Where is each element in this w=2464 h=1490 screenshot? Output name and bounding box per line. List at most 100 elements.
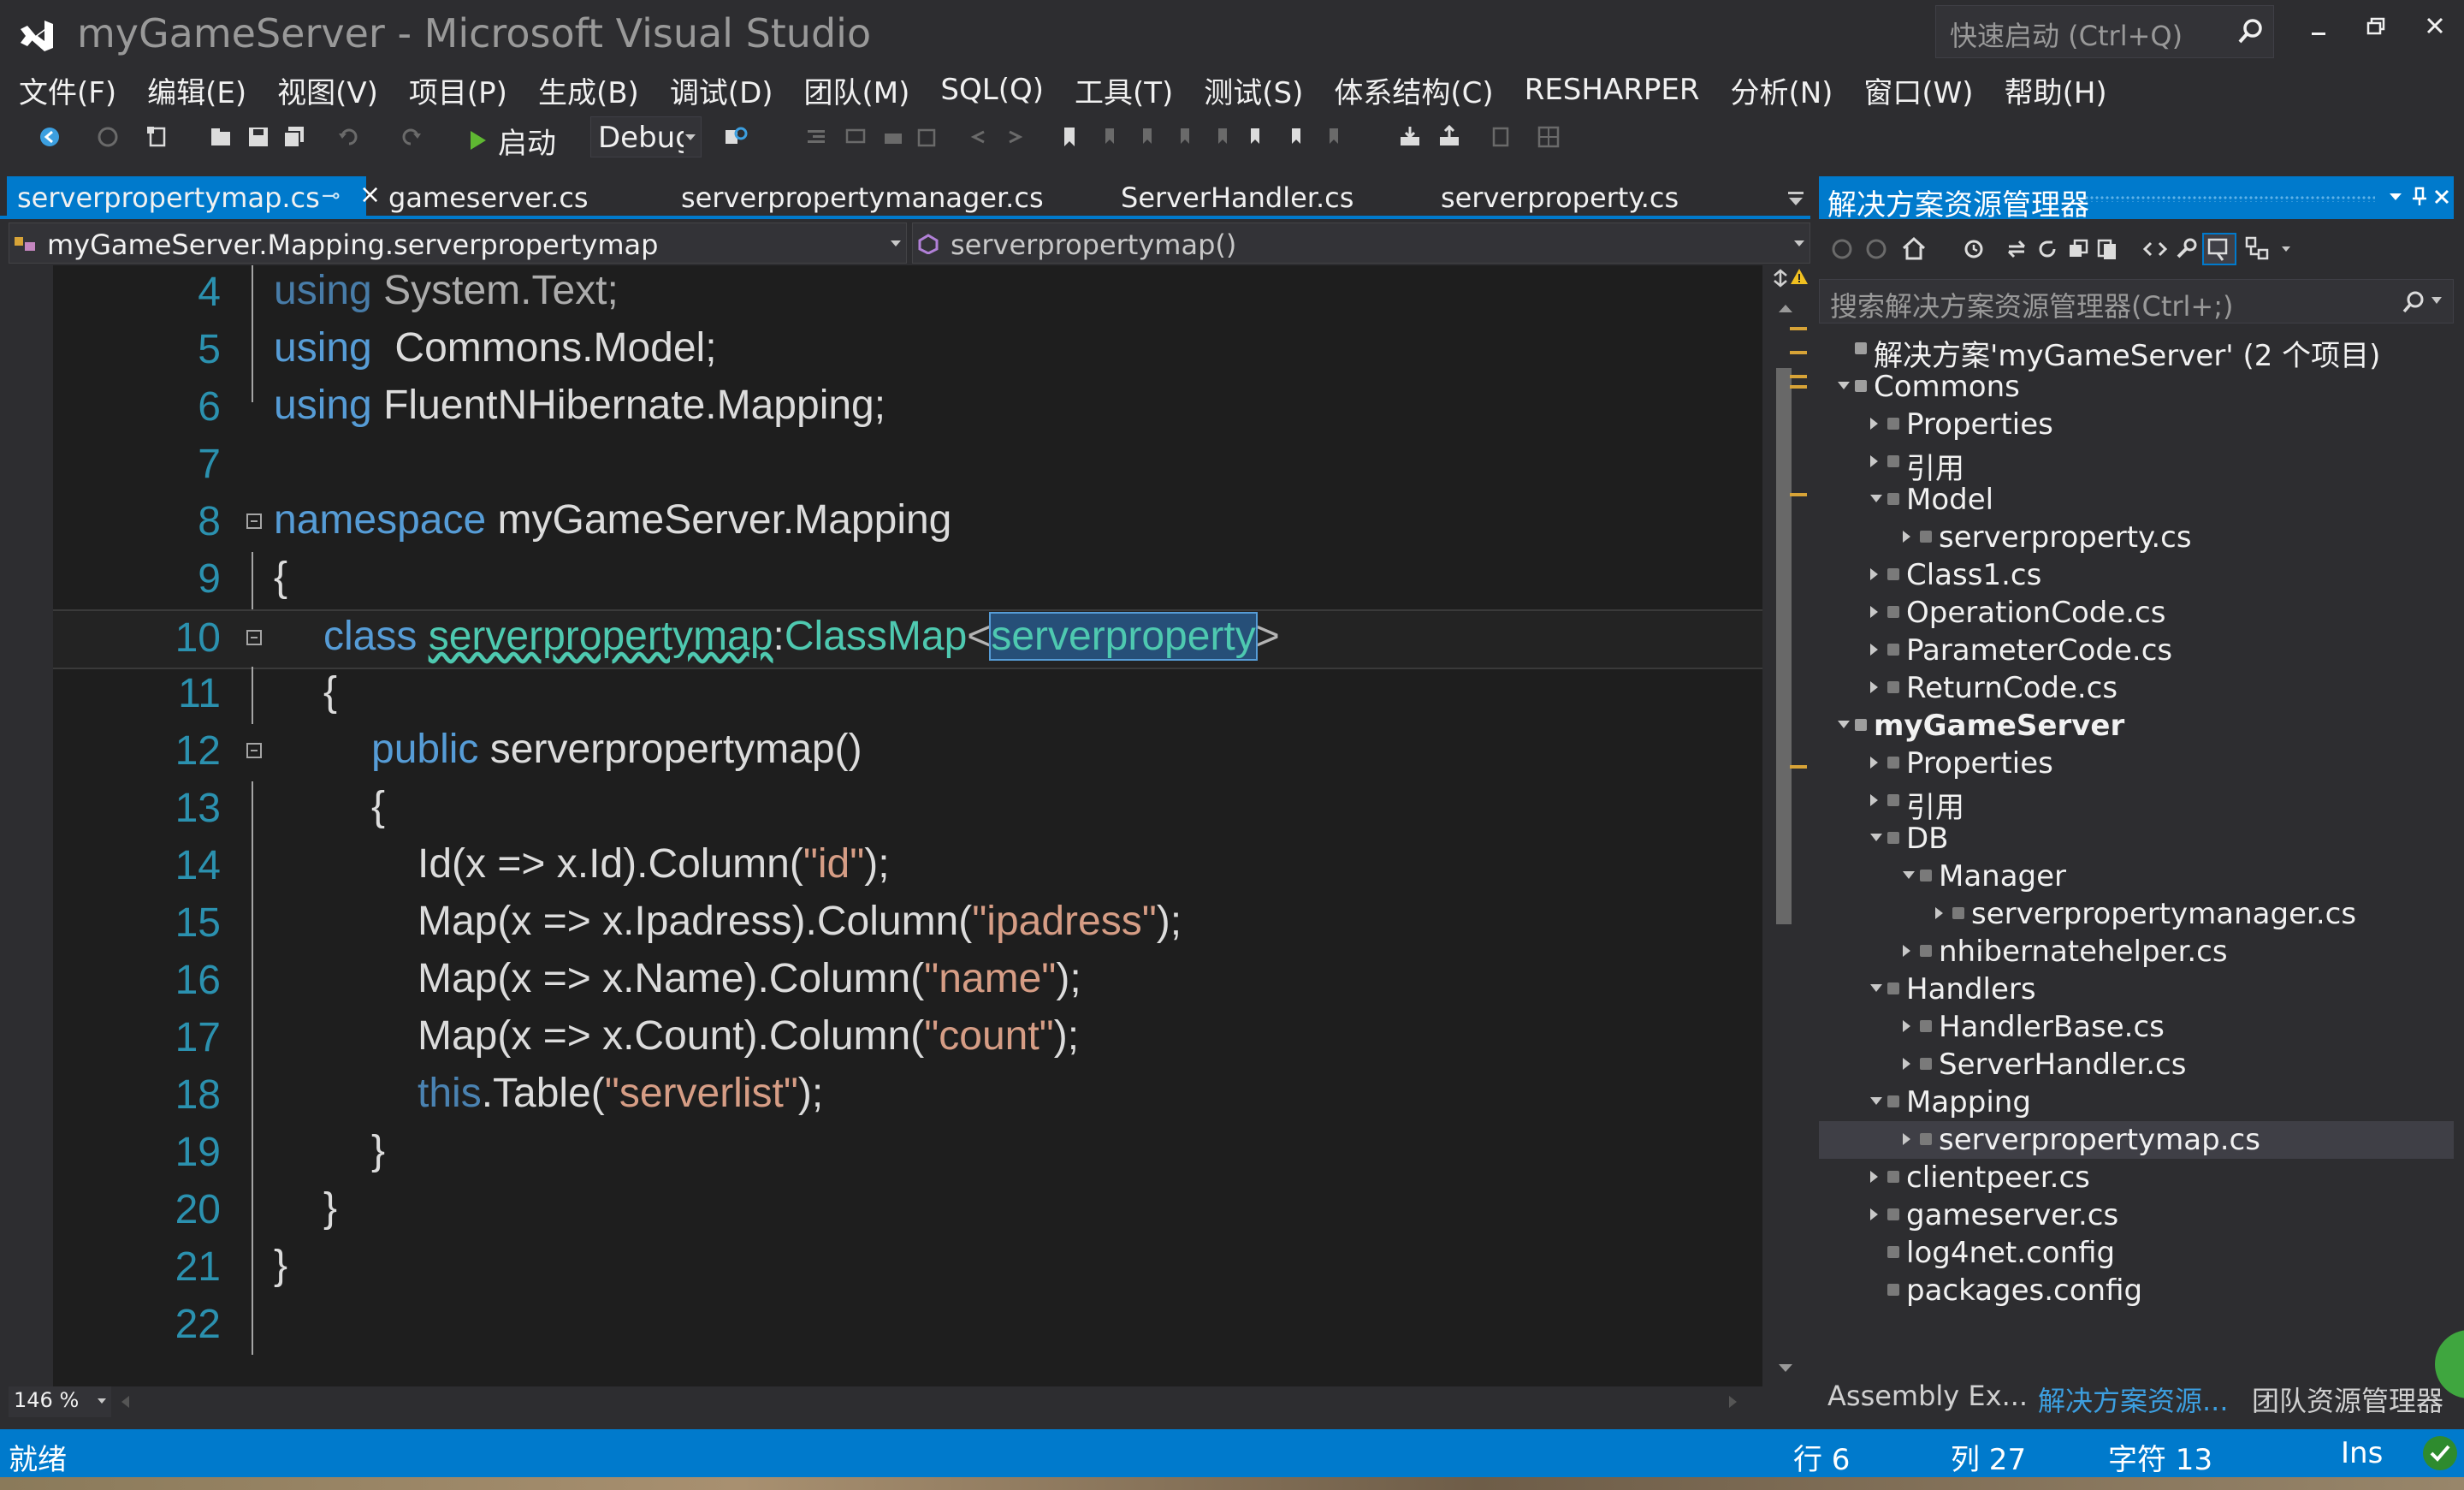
tab-gameserver[interactable]: gameserver.cs: [388, 176, 589, 219]
tree-item[interactable]: Handlers: [1819, 971, 2454, 1008]
scroll-right-icon[interactable]: [1728, 1395, 1738, 1409]
collapse-arrow-icon[interactable]: [1903, 945, 1910, 957]
step-back-icon[interactable]: [967, 125, 991, 149]
collapse-all-icon[interactable]: [2067, 238, 2089, 260]
expand-arrow-icon[interactable]: [1870, 495, 1882, 502]
scroll-left-icon[interactable]: [120, 1395, 130, 1409]
refresh-icon[interactable]: [2036, 238, 2058, 260]
collapse-arrow-icon[interactable]: [1935, 907, 1943, 919]
collapse-arrow-icon[interactable]: [1903, 1020, 1910, 1032]
menu-test[interactable]: 测试(S): [1188, 69, 1318, 111]
chevron-down-icon[interactable]: [2281, 245, 2291, 253]
expand-arrow-icon[interactable]: [1870, 1097, 1882, 1105]
collapse-toggle[interactable]: [246, 513, 262, 529]
navigate-forward-icon[interactable]: [96, 125, 120, 149]
sync-icon[interactable]: [2005, 238, 2028, 260]
tab-solution-explorer[interactable]: 解决方案资源...: [2038, 1380, 2229, 1419]
tree-item[interactable]: OperationCode.cs: [1819, 594, 2454, 632]
navigate-back-icon[interactable]: [38, 125, 62, 149]
member-scope-dropdown[interactable]: serverpropertymap(): [912, 223, 1810, 264]
prev-bookmark-doc-icon[interactable]: [1244, 125, 1268, 149]
solution-explorer-search[interactable]: 搜索解决方案资源管理器(Ctrl+;): [1819, 279, 2454, 324]
menu-window[interactable]: 窗口(W): [1848, 69, 1988, 111]
grid-layout-icon[interactable]: [1537, 125, 1561, 149]
tree-item[interactable]: gameserver.cs: [1819, 1196, 2454, 1234]
collapse-arrow-icon[interactable]: [1903, 1058, 1910, 1070]
menu-sql[interactable]: SQL(Q): [925, 73, 1059, 107]
collapse-arrow-icon[interactable]: [1870, 606, 1878, 618]
collapse-arrow-icon[interactable]: [1903, 1133, 1910, 1145]
menu-view[interactable]: 视图(V): [262, 69, 394, 111]
menu-build[interactable]: 生成(B): [523, 69, 654, 111]
bookmark-icon[interactable]: [1057, 125, 1081, 149]
tree-item[interactable]: packages.config: [1819, 1272, 2454, 1309]
tree-item[interactable]: clientpeer.cs: [1819, 1159, 2454, 1196]
type-scope-dropdown[interactable]: myGameServer.Mapping.serverpropertymap: [9, 223, 907, 264]
scroll-up-icon[interactable]: [1778, 303, 1793, 313]
solution-configuration-select[interactable]: Debug: [590, 116, 702, 157]
tab-serverpropertymap[interactable]: serverpropertymap.cs ⊸ ×: [7, 176, 381, 219]
show-all-files-icon[interactable]: [2096, 238, 2118, 260]
chevron-down-icon[interactable]: [2431, 295, 2443, 306]
expand-arrow-icon[interactable]: [1870, 984, 1882, 992]
pending-changes-icon[interactable]: [1963, 238, 1988, 260]
collapse-arrow-icon[interactable]: [1870, 1171, 1878, 1183]
next-bookmark-folder-icon[interactable]: [1210, 125, 1234, 149]
collapse-arrow-icon[interactable]: [1870, 644, 1878, 656]
menu-file[interactable]: 文件(F): [3, 69, 132, 111]
tree-item[interactable]: Mapping: [1819, 1083, 2454, 1121]
collapse-arrow-icon[interactable]: [1870, 418, 1878, 430]
tree-item[interactable]: Properties: [1819, 406, 2454, 443]
tree-item[interactable]: ParameterCode.cs: [1819, 632, 2454, 669]
view-code-icon[interactable]: [2142, 238, 2168, 260]
menu-help[interactable]: 帮助(H): [1989, 69, 2123, 111]
tree-item[interactable]: 解决方案'myGameServer' (2 个项目): [1819, 330, 2454, 373]
menu-tools[interactable]: 工具(T): [1059, 69, 1188, 111]
collapse-arrow-icon[interactable]: [1870, 757, 1878, 769]
menu-architecture[interactable]: 体系结构(C): [1318, 69, 1508, 111]
expand-arrow-icon[interactable]: [1838, 382, 1850, 389]
code-editor[interactable]: 4 using System.Text; 5 using Commons.Mod…: [9, 265, 1810, 1386]
quick-launch-box[interactable]: 快速启动 (Ctrl+Q): [1935, 5, 2274, 58]
split-editor-icon[interactable]: [1771, 269, 1790, 288]
tree-item[interactable]: 引用: [1819, 443, 2454, 486]
indent-icon[interactable]: [844, 125, 868, 149]
save-all-icon[interactable]: [282, 125, 306, 149]
properties-wrench-icon[interactable]: [2175, 238, 2197, 260]
publish-icon[interactable]: [1398, 125, 1422, 149]
uncomment-icon[interactable]: [915, 125, 939, 149]
scroll-thumb[interactable]: [1776, 368, 1792, 924]
collapse-arrow-icon[interactable]: [1870, 794, 1878, 806]
back-icon[interactable]: [1831, 238, 1853, 260]
collapse-arrow-icon[interactable]: [1903, 531, 1910, 543]
menu-resharper[interactable]: RESHARPER: [1509, 73, 1715, 107]
open-file-icon[interactable]: [209, 125, 233, 149]
home-icon[interactable]: [1901, 236, 1927, 260]
collapse-arrow-icon[interactable]: [1870, 455, 1878, 467]
next-bookmark-doc-icon[interactable]: [1285, 125, 1309, 149]
collapse-toggle[interactable]: [246, 630, 262, 645]
tree-item[interactable]: nhibernatehelper.cs: [1819, 933, 2454, 971]
tree-item[interactable]: ServerHandler.cs: [1819, 1046, 2454, 1083]
menu-debug[interactable]: 调试(D): [654, 69, 789, 111]
collapse-toggle[interactable]: [246, 743, 262, 758]
restore-button[interactable]: [2351, 7, 2402, 55]
close-icon[interactable]: [2433, 188, 2450, 205]
outdent-icon[interactable]: [804, 125, 828, 149]
new-project-icon[interactable]: [145, 125, 169, 149]
menu-project[interactable]: 项目(P): [394, 69, 523, 111]
deploy-icon[interactable]: [1437, 125, 1461, 149]
pin-icon[interactable]: [2411, 187, 2428, 207]
horizontal-scrollbar[interactable]: [111, 1386, 1754, 1417]
tree-item[interactable]: Commons: [1819, 368, 2454, 406]
collapse-arrow-icon[interactable]: [1870, 568, 1878, 580]
tab-team-explorer[interactable]: 团队资源管理器: [2252, 1380, 2443, 1419]
tab-overflow-dropdown-icon[interactable]: [1786, 190, 1805, 207]
step-forward-icon[interactable]: [1003, 125, 1027, 149]
close-window-button[interactable]: [2409, 7, 2461, 55]
tree-item[interactable]: DB: [1819, 820, 2454, 858]
scroll-down-icon[interactable]: [1778, 1362, 1793, 1373]
clear-bookmarks-icon[interactable]: [1323, 125, 1347, 149]
tab-serverhandler[interactable]: ServerHandler.cs: [1121, 176, 1353, 219]
chevron-down-icon[interactable]: [2387, 188, 2404, 205]
